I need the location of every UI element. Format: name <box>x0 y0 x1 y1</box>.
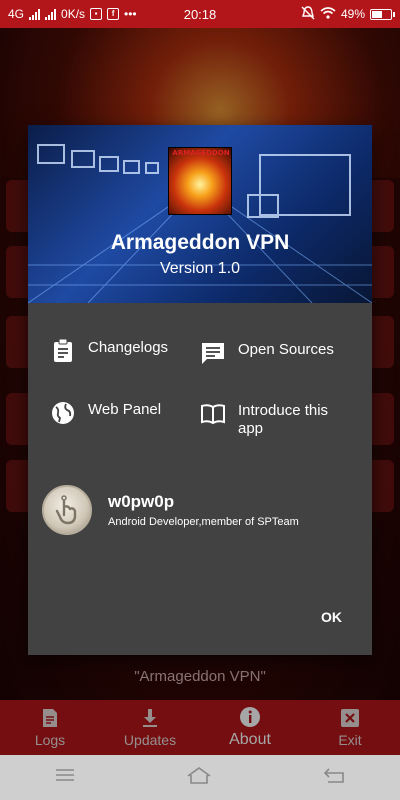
author-text: w0pw0p Android Developer,member of SPTea… <box>108 492 299 528</box>
network-type: 4G <box>8 7 25 21</box>
web-panel-label: Web Panel <box>88 401 162 418</box>
home-icon[interactable] <box>186 766 212 789</box>
more-dots: ••• <box>124 7 137 21</box>
web-panel-item[interactable]: Web Panel <box>50 401 161 426</box>
clock: 20:18 <box>183 6 217 22</box>
mute-icon <box>301 5 315 23</box>
open-sources-label: Open Sources <box>238 341 334 358</box>
menu-icon[interactable] <box>55 768 75 787</box>
back-icon[interactable] <box>323 767 345 788</box>
introduce-label: Introduce this app <box>238 402 329 437</box>
book-icon <box>201 404 225 425</box>
status-bar: 4G 0K/s ▪ f ••• 20:18 49% <box>0 0 400 28</box>
app-logo: ARMAGEDDON <box>168 147 232 215</box>
changelogs-item[interactable]: Changelogs <box>50 338 169 364</box>
chat-icon <box>202 343 224 364</box>
status-right: 49% <box>301 5 395 23</box>
signal-icon-2 <box>45 8 57 20</box>
introduce-item[interactable]: Introduce this app <box>200 402 338 438</box>
dialog-hero: ARMAGEDDON Armageddon VPN Version 1.0 <box>28 125 372 303</box>
avatar <box>42 485 92 535</box>
ok-button[interactable]: OK <box>321 609 342 625</box>
wifi-icon <box>320 6 336 22</box>
app-name: Armageddon VPN <box>110 231 290 254</box>
author-description: Android Developer,member of SPTeam <box>108 516 299 528</box>
open-sources-item[interactable]: Open Sources <box>200 341 334 366</box>
logo-text: ARMAGEDDON <box>172 149 230 157</box>
globe-icon <box>52 402 74 424</box>
app-version: Version 1.0 <box>159 260 241 277</box>
system-nav-bar <box>0 755 400 800</box>
clipboard-icon <box>54 338 72 362</box>
network-speed: 0K/s <box>61 7 86 21</box>
facebook-icon: f <box>107 8 120 20</box>
gallery-icon: ▪ <box>90 8 103 20</box>
author-name: w0pw0p <box>108 492 175 511</box>
author-info: w0pw0p Android Developer,member of SPTea… <box>42 485 299 535</box>
signal-icon <box>29 8 41 20</box>
changelogs-label: Changelogs <box>88 339 169 356</box>
about-dialog: ARMAGEDDON Armageddon VPN Version 1.0 Ch… <box>28 125 372 655</box>
hand-icon <box>55 495 77 525</box>
battery-percent: 49% <box>340 7 365 21</box>
battery-icon <box>370 8 395 20</box>
status-left: 4G 0K/s ▪ f ••• <box>8 7 137 21</box>
